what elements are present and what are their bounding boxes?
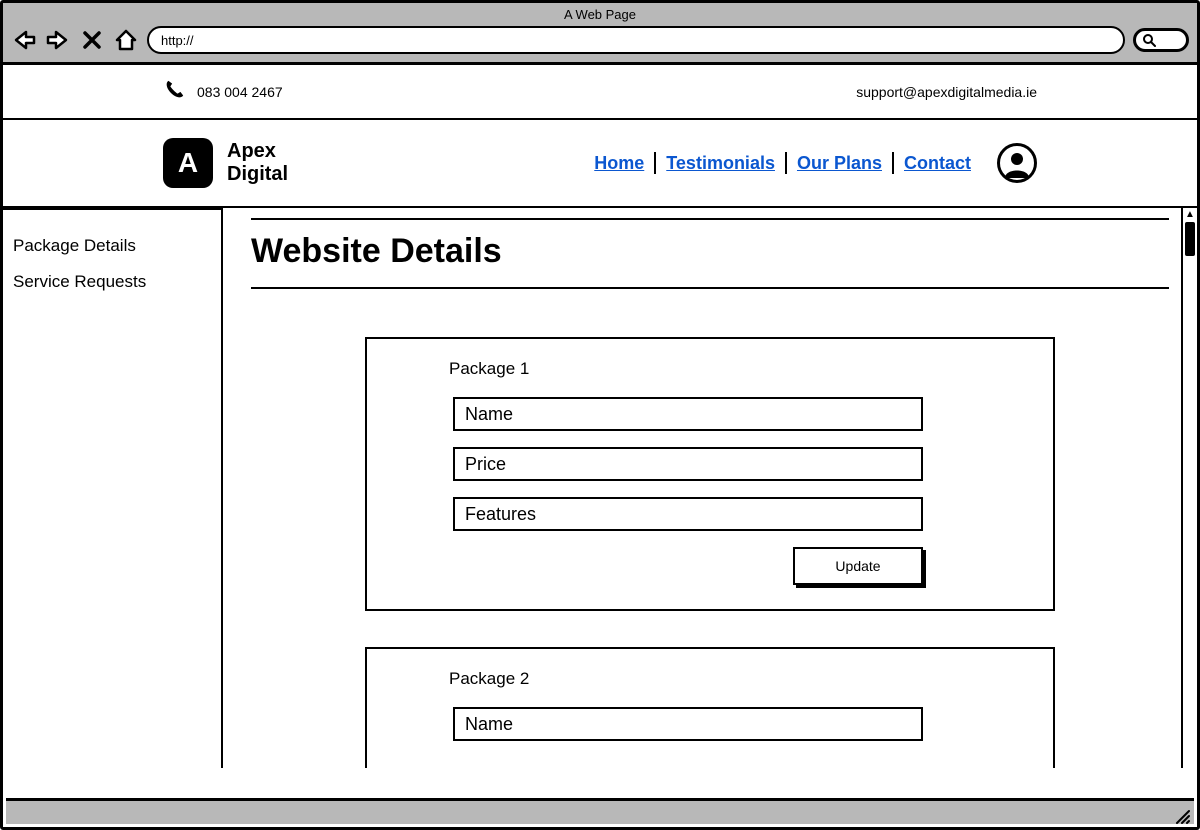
stop-icon[interactable]	[79, 27, 105, 53]
brand-name: Apex Digital	[227, 140, 288, 186]
scrollbar[interactable]: ▲	[1181, 208, 1197, 768]
phone-number: 083 004 2467	[197, 84, 283, 100]
nav-link-testimonials[interactable]: Testimonials	[666, 153, 775, 174]
contact-email: support@apexdigitalmedia.ie	[856, 84, 1037, 100]
package-title: Package 1	[449, 359, 1013, 379]
search-button[interactable]	[1133, 28, 1189, 52]
package-card: Package 1 Name Price Features Update	[365, 337, 1055, 611]
phone-icon	[163, 79, 185, 104]
input-placeholder: Features	[465, 504, 536, 525]
browser-toolbar: http://	[11, 26, 1189, 54]
nav-separator	[654, 152, 656, 174]
url-input[interactable]: http://	[147, 26, 1125, 54]
divider	[251, 287, 1169, 289]
sidebar-item-service-requests[interactable]: Service Requests	[13, 264, 211, 300]
name-input[interactable]: Name	[453, 397, 923, 431]
button-row: Update	[453, 547, 923, 585]
search-icon	[1142, 33, 1156, 47]
nav-separator	[785, 152, 787, 174]
name-input[interactable]: Name	[453, 707, 923, 741]
update-button[interactable]: Update	[793, 547, 923, 585]
main-content: Website Details Package 1 Name Price Fea…	[223, 208, 1197, 768]
contact-phone: 083 004 2467	[163, 79, 283, 104]
button-label: Update	[835, 558, 880, 574]
back-icon[interactable]	[11, 27, 37, 53]
forward-icon[interactable]	[45, 27, 71, 53]
features-input[interactable]: Features	[453, 497, 923, 531]
scroll-up-icon[interactable]: ▲	[1183, 208, 1197, 222]
sidebar: Package Details Service Requests	[3, 208, 223, 768]
price-input[interactable]: Price	[453, 447, 923, 481]
url-value: http://	[161, 33, 194, 48]
nav-separator	[892, 152, 894, 174]
sidebar-item-label: Package Details	[13, 236, 136, 255]
page-title: Website Details	[251, 220, 1169, 287]
contact-strip: 083 004 2467 support@apexdigitalmedia.ie	[3, 65, 1197, 120]
browser-title: A Web Page	[11, 7, 1189, 26]
browser-chrome: A Web Page http://	[3, 3, 1197, 65]
nav-link-our-plans[interactable]: Our Plans	[797, 153, 882, 174]
resize-grip-icon[interactable]	[1174, 808, 1190, 824]
input-placeholder: Name	[465, 714, 513, 735]
package-title: Package 2	[449, 669, 1013, 689]
site-header: A Apex Digital Home Testimonials Our Pla…	[3, 120, 1197, 208]
status-bar	[6, 798, 1194, 824]
input-placeholder: Price	[465, 454, 506, 475]
brand: A Apex Digital	[163, 138, 288, 188]
main-nav: Home Testimonials Our Plans Contact	[594, 143, 1037, 183]
browser-window: A Web Page http://	[0, 0, 1200, 830]
input-placeholder: Name	[465, 404, 513, 425]
scroll-thumb[interactable]	[1185, 222, 1195, 256]
home-icon[interactable]	[113, 27, 139, 53]
package-card: Package 2 Name	[365, 647, 1055, 768]
logo-icon: A	[163, 138, 213, 188]
nav-link-home[interactable]: Home	[594, 153, 644, 174]
sidebar-item-label: Service Requests	[13, 272, 146, 291]
account-avatar-icon[interactable]	[997, 143, 1037, 183]
sidebar-item-package-details[interactable]: Package Details	[13, 228, 211, 264]
body: Package Details Service Requests Website…	[3, 208, 1197, 768]
nav-link-contact[interactable]: Contact	[904, 153, 971, 174]
